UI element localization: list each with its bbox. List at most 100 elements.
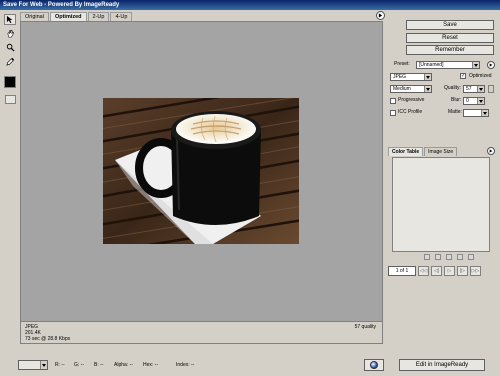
arrow-right-icon [489, 149, 493, 153]
chevron-down-icon [424, 74, 431, 80]
animation-nav: 1 of 1 ◁◁ ◁| ▷ |▷ ▷▷ [388, 266, 496, 276]
eyedropper-tool[interactable] [4, 56, 16, 67]
blur-input[interactable]: 0 [463, 97, 485, 105]
view-tabs: Original Optimized 2-Up 4-Up [20, 12, 133, 21]
quality-label: Quality: [444, 85, 461, 91]
settings-panel: Save Reset Remember Preset: [Unnamed] JP… [386, 11, 500, 346]
b-value: -- [100, 362, 104, 368]
play-button[interactable]: ▷ [444, 266, 455, 276]
r-readout: R: -- [55, 362, 65, 368]
tab-optimized[interactable]: Optimized [49, 12, 87, 21]
quality-value: 57 [466, 86, 472, 92]
quality-level-select[interactable]: Medium [390, 85, 432, 93]
toolbox [2, 14, 18, 104]
alpha-label: Alpha: [114, 362, 129, 368]
progressive-label: Progressive [398, 97, 425, 103]
color-table[interactable] [392, 157, 490, 252]
zoom-level-select[interactable] [18, 360, 48, 370]
chevron-down-icon [424, 86, 431, 92]
slice-select-icon [6, 15, 12, 24]
color-table-tabs: Color Table Image Size [388, 147, 458, 156]
quality-input[interactable]: 57 [463, 85, 485, 93]
b-readout: B: -- [94, 362, 103, 368]
preview-menu-button[interactable] [376, 11, 385, 20]
r-value: -- [61, 362, 65, 368]
eyedropper-color-swatch[interactable] [4, 76, 16, 88]
image-info-bar: JPEG 201.4K 73 sec @ 28.8 Kbps 57 qualit… [20, 322, 383, 344]
window-title: Save For Web - Powered By ImageReady [0, 0, 500, 10]
tab-2-up[interactable]: 2-Up [87, 12, 110, 21]
tab-image-size[interactable]: Image Size [424, 147, 458, 156]
optimized-label: Optimized [469, 73, 492, 79]
toggle-slices-visibility-button[interactable] [4, 95, 16, 104]
info-download-time: 73 sec @ 28.8 Kbps [25, 336, 71, 342]
r-label: R: [55, 362, 60, 368]
chevron-down-icon [481, 110, 488, 116]
next-frame-button[interactable]: |▷ [457, 266, 468, 276]
eyedropper-icon [5, 57, 14, 66]
blur-label: Blur: [451, 97, 462, 103]
shift-web-palette-icon[interactable] [435, 254, 441, 260]
matte-select[interactable] [463, 109, 489, 117]
edit-in-imageready-button[interactable]: Edit in ImageReady [399, 359, 485, 371]
g-label: G: [74, 362, 80, 368]
preview-in-browser-button[interactable] [364, 359, 384, 371]
blur-value: 0 [466, 98, 469, 104]
g-readout: G: -- [74, 362, 84, 368]
index-readout: Index: -- [176, 362, 194, 368]
chevron-down-icon [40, 361, 47, 369]
preset-label: Preset: [394, 61, 410, 67]
g-value: -- [80, 362, 85, 368]
icc-profile-label: ICC Profile [398, 109, 423, 115]
hex-readout: Hex: -- [143, 362, 158, 368]
index-value: -- [191, 362, 195, 368]
tab-4-up[interactable]: 4-Up [110, 12, 133, 21]
hand-icon [7, 29, 14, 38]
tab-original[interactable]: Original [20, 12, 49, 21]
remember-button[interactable]: Remember [406, 45, 494, 55]
color-table-menu-button[interactable] [487, 147, 495, 155]
map-transparent-icon[interactable] [424, 254, 430, 260]
alpha-readout: Alpha: -- [114, 362, 133, 368]
arrow-right-icon [378, 13, 383, 18]
last-frame-button[interactable]: ▷▷ [470, 266, 481, 276]
index-label: Index: [176, 362, 190, 368]
format-value: JPEG [393, 74, 407, 80]
reset-button[interactable]: Reset [406, 33, 494, 43]
tab-color-table[interactable]: Color Table [388, 147, 424, 156]
browser-icon [370, 361, 378, 369]
format-select[interactable]: JPEG [390, 73, 432, 81]
preview-image [103, 98, 299, 244]
prev-frame-button[interactable]: ◁| [431, 266, 442, 276]
hex-label: Hex: [143, 362, 154, 368]
zoom-tool[interactable] [4, 42, 16, 53]
chevron-down-icon [477, 98, 484, 104]
zoom-icon [6, 43, 15, 52]
trash-icon[interactable] [468, 254, 474, 260]
preset-select[interactable]: [Unnamed] [416, 61, 480, 69]
arrow-right-icon [489, 63, 493, 67]
quality-mask-button[interactable] [488, 85, 494, 93]
slice-select-tool[interactable] [4, 14, 16, 25]
preset-value: [Unnamed] [419, 62, 444, 68]
info-quality: 57 quality [354, 324, 376, 330]
optimize-menu-button[interactable] [487, 61, 495, 69]
hex-value: -- [154, 362, 159, 368]
save-button[interactable]: Save [406, 20, 494, 30]
progressive-checkbox[interactable] [390, 98, 396, 104]
optimized-checkbox[interactable]: ✓ [460, 73, 466, 79]
new-color-icon[interactable] [457, 254, 463, 260]
page-indicator: 1 of 1 [388, 266, 416, 276]
matte-label: Matte: [448, 109, 462, 115]
chevron-down-icon [472, 62, 479, 68]
quality-level-value: Medium [393, 86, 411, 92]
icc-profile-checkbox[interactable] [390, 110, 396, 116]
preview-canvas[interactable] [20, 21, 383, 322]
chevron-down-icon [477, 86, 484, 92]
first-frame-button[interactable]: ◁◁ [418, 266, 429, 276]
color-table-toolbar [424, 254, 474, 260]
lock-color-icon[interactable] [446, 254, 452, 260]
hand-tool[interactable] [4, 28, 16, 39]
alpha-value: -- [129, 362, 133, 368]
b-label: B: [94, 362, 99, 368]
